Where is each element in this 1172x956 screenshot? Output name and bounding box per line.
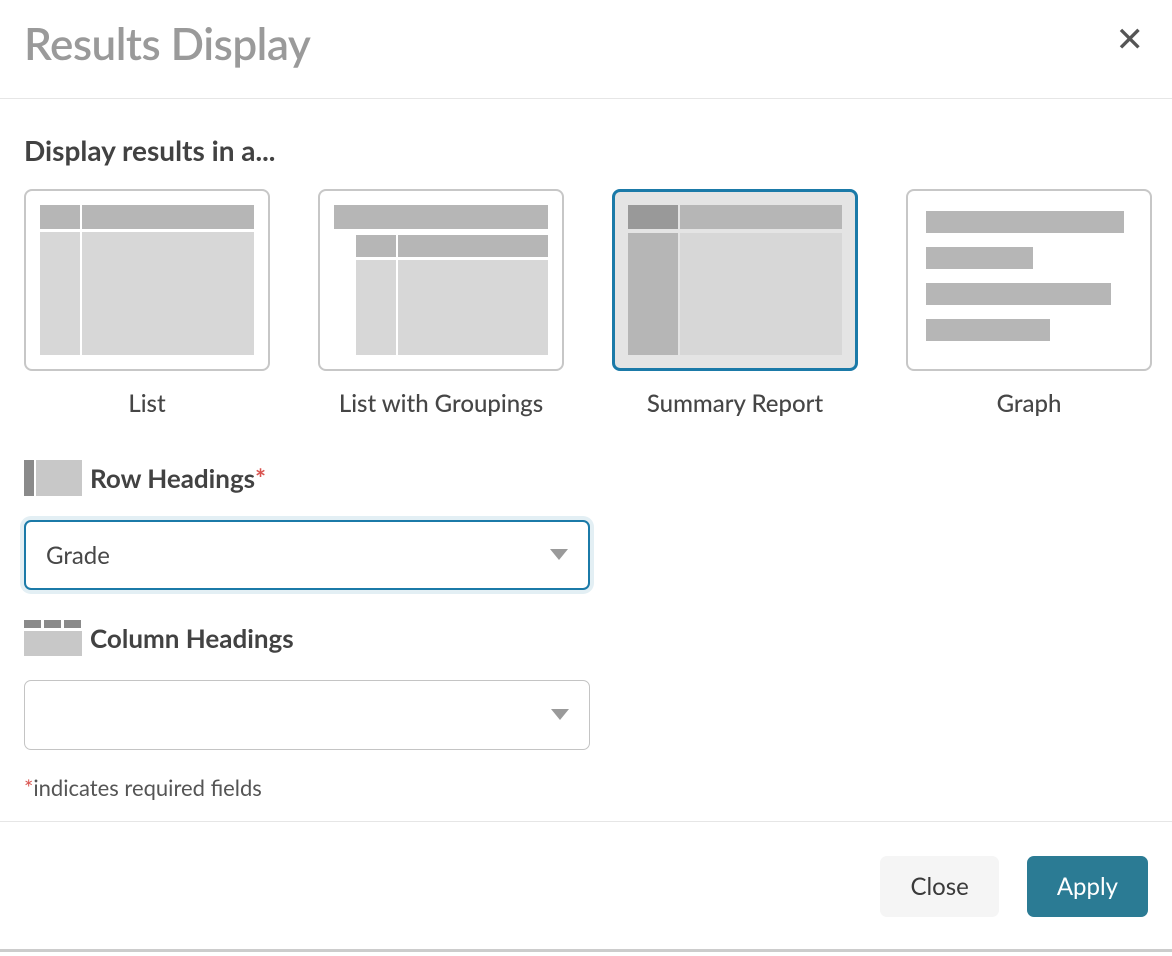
results-display-modal: Results Display ✕ Display results in a..… bbox=[0, 0, 1172, 952]
apply-button[interactable]: Apply bbox=[1027, 856, 1148, 917]
modal-footer: Close Apply bbox=[0, 821, 1172, 951]
modal-title: Results Display bbox=[24, 18, 310, 70]
row-headings-icon bbox=[24, 460, 82, 496]
column-headings-block: Column Headings bbox=[24, 620, 1148, 750]
close-button[interactable]: Close bbox=[880, 856, 998, 917]
list-card-icon bbox=[24, 189, 270, 371]
list-groupings-card-icon bbox=[318, 189, 564, 371]
display-option-summary-report[interactable]: Summary Report bbox=[612, 189, 858, 418]
row-headings-select[interactable]: Grade bbox=[24, 520, 590, 590]
option-label-list-groupings: List with Groupings bbox=[339, 389, 543, 418]
modal-header: Results Display ✕ bbox=[0, 0, 1172, 99]
row-headings-block: Row Headings* Grade bbox=[24, 460, 1148, 590]
option-label-graph: Graph bbox=[997, 389, 1062, 418]
graph-card-icon bbox=[906, 189, 1152, 371]
option-label-summary-report: Summary Report bbox=[647, 389, 823, 418]
chevron-down-icon bbox=[551, 706, 569, 725]
column-headings-select[interactable] bbox=[24, 680, 590, 750]
required-fields-note: *indicates required fields bbox=[24, 774, 1148, 801]
display-option-list[interactable]: List bbox=[24, 189, 270, 418]
column-headings-icon bbox=[24, 620, 82, 656]
display-results-label: Display results in a... bbox=[24, 133, 1148, 167]
chevron-down-icon bbox=[550, 546, 568, 565]
column-headings-label: Column Headings bbox=[90, 622, 294, 654]
modal-body: Display results in a... List bbox=[0, 99, 1172, 821]
summary-report-card-icon bbox=[612, 189, 858, 371]
row-headings-label: Row Headings* bbox=[90, 462, 266, 494]
option-label-list: List bbox=[128, 389, 165, 418]
display-option-list-groupings[interactable]: List with Groupings bbox=[318, 189, 564, 418]
display-options-row: List List with Groupings bbox=[24, 189, 1148, 418]
close-icon[interactable]: ✕ bbox=[1112, 18, 1149, 60]
row-headings-value: Grade bbox=[46, 541, 110, 570]
display-option-graph[interactable]: Graph bbox=[906, 189, 1152, 418]
